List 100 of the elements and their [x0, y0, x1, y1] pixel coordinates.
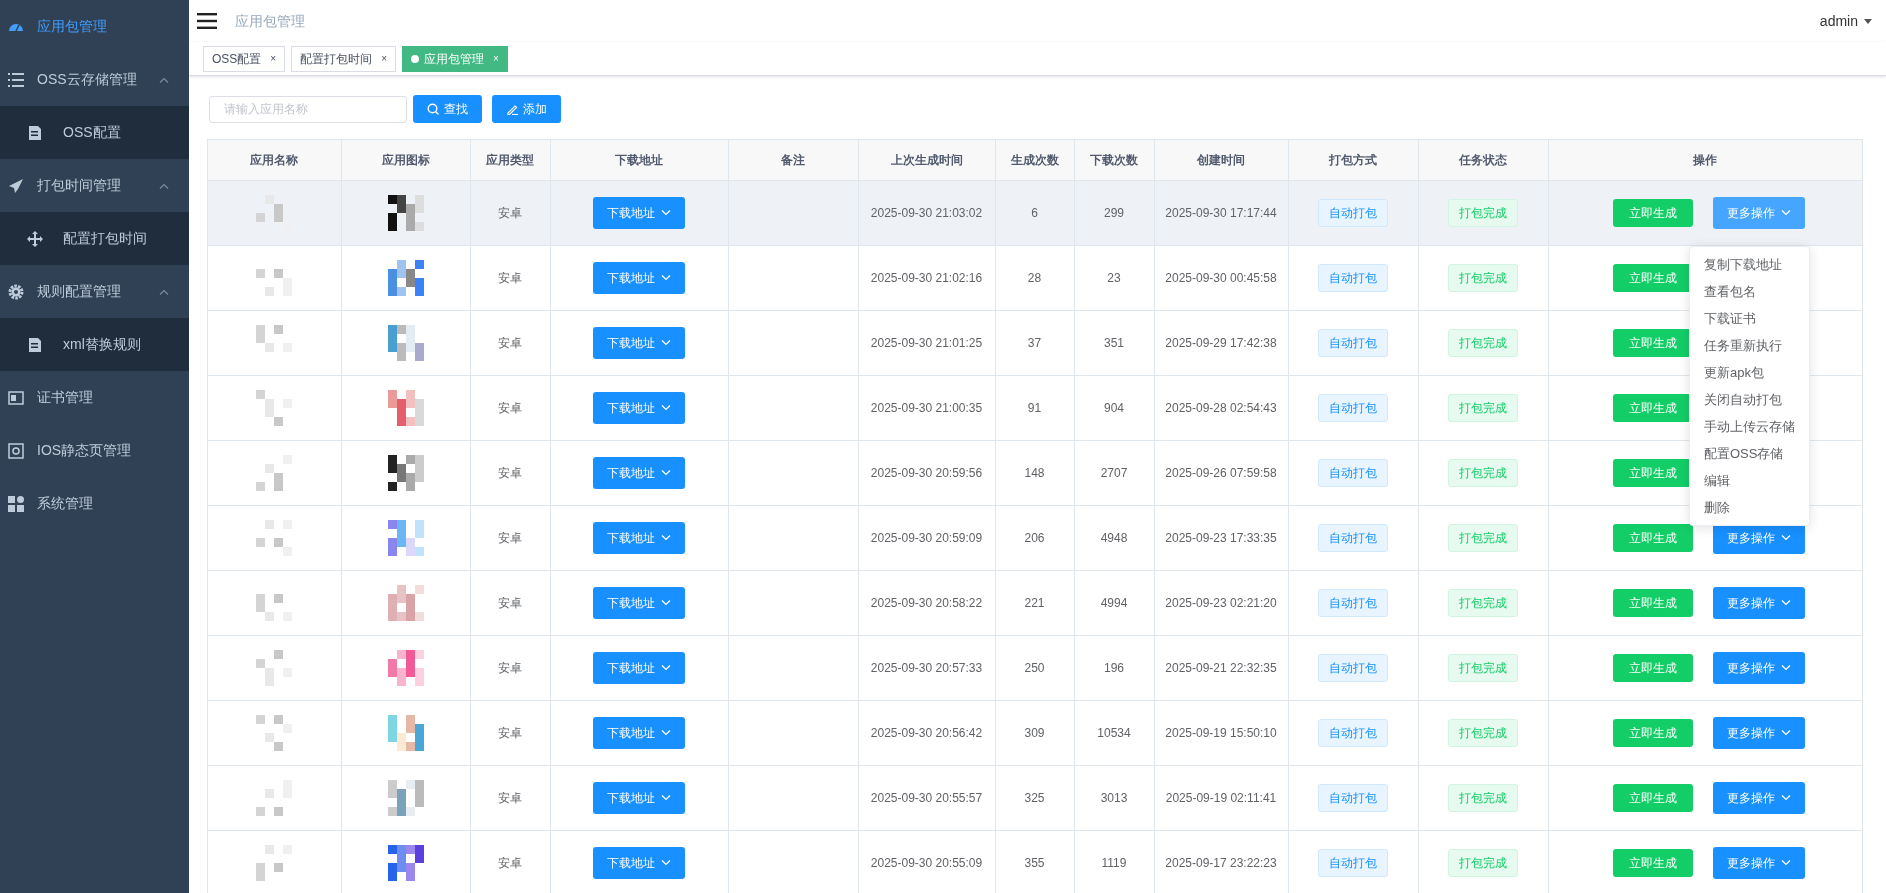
more-actions-button[interactable]: 更多操作 [1712, 847, 1805, 879]
menu-item[interactable]: 手动上传云存储 [1690, 413, 1809, 440]
menu-item[interactable]: 配置OSS存储 [1690, 440, 1809, 467]
sidebar-item[interactable]: OSS云存储管理 [0, 53, 189, 106]
download-dropdown-button[interactable]: 下载地址 [593, 327, 685, 359]
generate-button[interactable]: 立即生成 [1612, 849, 1693, 877]
menu-item[interactable]: 删除 [1690, 494, 1809, 521]
table-cell: 安卓 [498, 791, 522, 805]
tab[interactable]: 应用包管理 × [402, 45, 508, 72]
table-cell: 2025-09-30 17:17:44 [1165, 206, 1277, 220]
menu-item[interactable]: 关闭自动打包 [1690, 386, 1809, 413]
table-cell: 安卓 [498, 401, 522, 415]
column-header: 应用类型 [486, 153, 534, 167]
menu-item[interactable]: 更新apk包 [1690, 359, 1809, 386]
table-cell: 安卓 [498, 466, 522, 480]
mode-tag: 自动打包 [1318, 719, 1388, 747]
sidebar-subitem[interactable]: OSS配置 [0, 106, 189, 159]
table-cell: 10534 [1097, 726, 1131, 740]
table-cell: 221 [1024, 596, 1045, 610]
table-cell: 2025-09-23 02:21:20 [1165, 596, 1277, 610]
generate-button[interactable]: 立即生成 [1612, 199, 1693, 227]
more-actions-button[interactable]: 更多操作 [1712, 782, 1805, 814]
generate-button[interactable]: 立即生成 [1612, 784, 1693, 812]
generate-button[interactable]: 立即生成 [1612, 654, 1693, 682]
table-cell: 安卓 [498, 531, 522, 545]
sidebar-item[interactable]: 应用包管理 [0, 0, 189, 53]
menu-item[interactable]: 任务重新执行 [1690, 332, 1809, 359]
table-cell: 2025-09-30 20:59:09 [870, 531, 983, 545]
menu-item[interactable]: 复制下载地址 [1690, 251, 1809, 278]
chevron-down-icon [661, 860, 671, 866]
table-cell: 2707 [1100, 466, 1128, 480]
mode-tag: 自动打包 [1318, 394, 1388, 422]
generate-button[interactable]: 立即生成 [1612, 719, 1693, 747]
user-menu[interactable]: admin [1819, 10, 1872, 32]
table-cell: 2025-09-30 20:57:33 [870, 661, 983, 675]
status-tag: 打包完成 [1448, 264, 1518, 292]
table-cell: 4994 [1100, 596, 1128, 610]
more-actions-button[interactable]: 更多操作 [1712, 652, 1805, 684]
menu-item[interactable]: 编辑 [1690, 467, 1809, 494]
more-actions-button[interactable]: 更多操作 [1712, 197, 1805, 229]
table-cell: 安卓 [498, 596, 522, 610]
table-cell: 299 [1104, 206, 1124, 220]
chevron-down-icon [661, 795, 671, 801]
chevron-up-icon [159, 76, 169, 83]
chevron-down-icon [1780, 860, 1791, 866]
chevron-down-icon [661, 275, 671, 281]
table-cell: 安卓 [498, 336, 522, 350]
sidebar-item[interactable]: 系统管理 [0, 477, 189, 530]
close-icon[interactable]: × [381, 51, 388, 66]
download-dropdown-button[interactable]: 下载地址 [593, 717, 685, 749]
column-header: 创建时间 [1197, 153, 1245, 167]
document-icon [27, 124, 43, 141]
download-dropdown-button[interactable]: 下载地址 [593, 392, 685, 424]
table-cell: 3013 [1100, 791, 1128, 805]
close-icon[interactable]: × [270, 51, 277, 66]
download-dropdown-button[interactable]: 下载地址 [593, 262, 685, 294]
menu-item[interactable]: 查看包名 [1690, 278, 1809, 305]
sidebar-item[interactable]: 打包时间管理 [0, 159, 189, 212]
sidebar-item[interactable]: IOS静态页管理 [0, 424, 189, 477]
mode-tag: 自动打包 [1318, 264, 1388, 292]
more-actions-button[interactable]: 更多操作 [1712, 587, 1805, 619]
download-dropdown-button[interactable]: 下载地址 [593, 847, 685, 879]
tab[interactable]: OSS配置 × [203, 45, 286, 72]
table-cell: 2025-09-19 15:50:10 [1165, 726, 1277, 740]
table-cell: 2025-09-30 21:00:35 [870, 401, 983, 415]
add-button[interactable]: 添加 [492, 95, 561, 123]
search-field[interactable]: 请输入应用名称 [209, 95, 407, 123]
chevron-down-icon [661, 340, 671, 346]
download-dropdown-button[interactable]: 下载地址 [593, 197, 685, 229]
table-cell: 安卓 [498, 206, 522, 220]
sidebar-subitem[interactable]: 配置打包时间 [0, 212, 189, 265]
download-dropdown-button[interactable]: 下载地址 [593, 652, 685, 684]
chevron-down-icon [661, 730, 671, 736]
table-cell: 2025-09-26 07:59:58 [1165, 466, 1277, 480]
grid-icon [8, 495, 24, 512]
menu-item[interactable]: 下载证书 [1690, 305, 1809, 332]
search-button[interactable]: 查找 [413, 95, 482, 123]
table-cell: 2025-09-30 20:58:22 [870, 596, 983, 610]
sidebar-subitem[interactable]: xml替换规则 [0, 318, 189, 371]
generate-button[interactable]: 立即生成 [1612, 524, 1693, 552]
sidebar-item[interactable]: 规则配置管理 [0, 265, 189, 318]
download-dropdown-button[interactable]: 下载地址 [593, 587, 685, 619]
document-icon [27, 336, 43, 353]
chevron-down-icon [1780, 210, 1791, 216]
more-actions-button[interactable]: 更多操作 [1712, 717, 1805, 749]
search-icon [427, 103, 439, 115]
download-dropdown-button[interactable]: 下载地址 [593, 522, 685, 554]
menu-icon[interactable] [197, 13, 217, 29]
table-cell: 28 [1027, 271, 1042, 285]
close-icon[interactable]: × [493, 51, 499, 66]
sidebar-item[interactable]: 证书管理 [0, 371, 189, 424]
status-tag: 打包完成 [1448, 524, 1518, 552]
tab[interactable]: 配置打包时间 × [291, 45, 397, 72]
column-header: 任务状态 [1459, 153, 1507, 167]
column-header: 操作 [1693, 153, 1717, 167]
download-dropdown-button[interactable]: 下载地址 [593, 782, 685, 814]
generate-button[interactable]: 立即生成 [1612, 589, 1693, 617]
download-dropdown-button[interactable]: 下载地址 [593, 457, 685, 489]
column-header: 上次生成时间 [890, 153, 963, 167]
table-cell: 351 [1104, 336, 1124, 350]
